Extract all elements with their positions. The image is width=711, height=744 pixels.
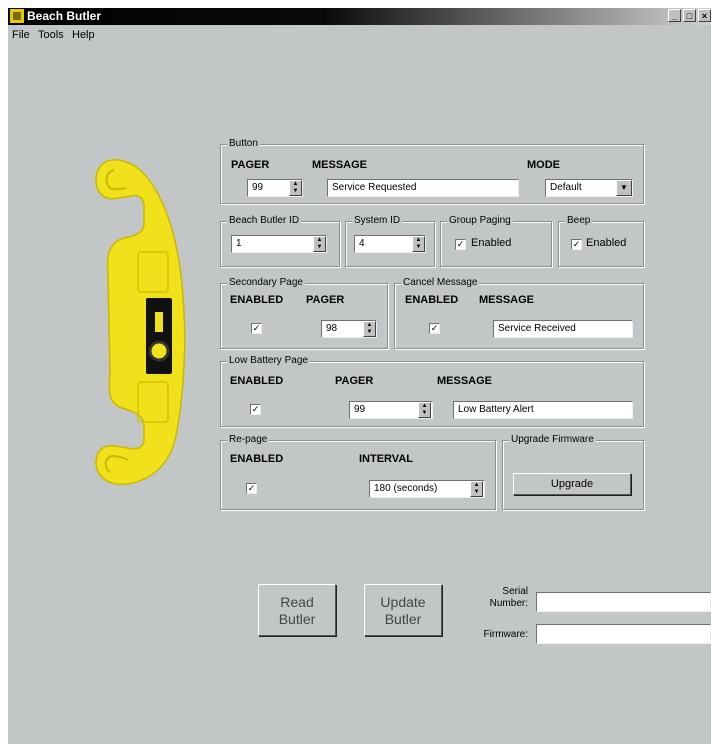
- button-group: Button PAGER MESSAGE MODE 99 ▲ ▼ Service …: [220, 138, 644, 204]
- update-butler-button[interactable]: Update Butler: [364, 584, 442, 636]
- beach-butler-device-image: [95, 159, 186, 486]
- mode-label: MODE: [527, 159, 560, 171]
- cancel-message-title: Cancel Message: [401, 277, 480, 288]
- mode-dropdown-button[interactable]: ▼: [616, 180, 632, 196]
- beach-butler-id-group: Beach Butler ID 1 ▲ ▼: [220, 215, 340, 267]
- system-id-spinner[interactable]: ▲ ▼: [412, 236, 425, 252]
- system-id-title: System ID: [352, 215, 403, 226]
- group-paging-group: Group Paging ✓ Enabled: [440, 215, 552, 267]
- title-bar[interactable]: Beach Butler _ □ ×: [8, 8, 711, 25]
- read-butler-line1: Read: [280, 594, 314, 610]
- menu-tools[interactable]: Tools: [38, 29, 64, 41]
- low-battery-page-title: Low Battery Page: [227, 355, 310, 366]
- group-paging-label: Enabled: [471, 237, 512, 249]
- app-icon: [10, 9, 24, 23]
- cancel-enabled-label: ENABLED: [405, 294, 459, 306]
- secondary-pager-spinner[interactable]: ▲ ▼: [363, 321, 376, 337]
- upgrade-firmware-group: Upgrade Firmware Upgrade: [502, 434, 644, 510]
- serial-number-label: Serial Number:: [489, 586, 528, 609]
- window-controls: _ □ ×: [668, 9, 711, 22]
- beep-title: Beep: [565, 215, 593, 226]
- re-page-title: Re-page: [227, 434, 270, 445]
- secondary-pager-label: PAGER: [306, 294, 345, 306]
- pager-label: PAGER: [231, 159, 270, 171]
- minimize-button[interactable]: _: [668, 9, 681, 22]
- button-group-title: Button: [227, 138, 260, 149]
- beep-label: Enabled: [586, 237, 627, 249]
- low-battery-pager-label: PAGER: [335, 375, 374, 387]
- low-battery-message-label: MESSAGE: [437, 375, 493, 387]
- cancel-message-label: MESSAGE: [479, 294, 535, 306]
- low-battery-message-field[interactable]: Low Battery Alert: [453, 401, 633, 419]
- button-pager-spinner[interactable]: ▲ ▼: [289, 180, 302, 196]
- upgrade-button[interactable]: Upgrade: [513, 473, 631, 495]
- cancel-enabled-checkbox[interactable]: ✓: [429, 323, 440, 334]
- serial-number-field[interactable]: [536, 592, 711, 612]
- menu-help[interactable]: Help: [72, 29, 95, 41]
- beep-checkbox[interactable]: ✓: [571, 239, 582, 250]
- menu-bar: File Tools Help: [8, 26, 711, 44]
- menu-file[interactable]: File: [12, 29, 30, 41]
- re-page-interval-field[interactable]: 180 (seconds): [369, 480, 485, 498]
- re-page-enabled-checkbox[interactable]: ✓: [246, 483, 257, 494]
- button-message-field[interactable]: Service Requested: [327, 179, 519, 197]
- firmware-field[interactable]: [536, 624, 711, 644]
- group-paging-checkbox[interactable]: ✓: [455, 239, 466, 250]
- cancel-message-field[interactable]: Service Received: [493, 320, 633, 338]
- re-page-enabled-label: ENABLED: [230, 453, 284, 465]
- update-butler-line1: Update: [380, 594, 426, 610]
- secondary-page-group: Secondary Page ENABLED PAGER ✓ 98 ▲ ▼: [220, 277, 388, 349]
- beach-butler-id-spinner[interactable]: ▲ ▼: [313, 236, 326, 252]
- system-id-group: System ID 4 ▲ ▼: [345, 215, 435, 267]
- close-button[interactable]: ×: [698, 9, 711, 22]
- beach-butler-id-title: Beach Butler ID: [227, 215, 302, 226]
- maximize-button[interactable]: □: [683, 9, 696, 22]
- re-page-interval-label: INTERVAL: [359, 453, 413, 465]
- group-paging-title: Group Paging: [447, 215, 513, 226]
- low-battery-page-group: Low Battery Page ENABLED PAGER MESSAGE ✓…: [220, 355, 644, 427]
- update-butler-line2: Butler: [384, 611, 422, 627]
- low-battery-enabled-checkbox[interactable]: ✓: [250, 404, 261, 415]
- re-page-interval-spinner[interactable]: ▲ ▼: [470, 481, 483, 497]
- upgrade-firmware-title: Upgrade Firmware: [509, 434, 596, 445]
- app-window: Beach Butler _ □ × File Tools Help Butto…: [8, 8, 711, 744]
- low-battery-enabled-label: ENABLED: [230, 375, 284, 387]
- secondary-page-title: Secondary Page: [227, 277, 305, 288]
- re-page-group: Re-page ENABLED INTERVAL ✓ 180 (seconds)…: [220, 434, 496, 510]
- low-battery-pager-spinner[interactable]: ▲ ▼: [418, 402, 431, 418]
- firmware-label: Firmware:: [483, 629, 528, 640]
- message-label: MESSAGE: [312, 159, 368, 171]
- read-butler-button[interactable]: Read Butler: [258, 584, 336, 636]
- beep-group: Beep ✓ Enabled: [558, 215, 644, 267]
- read-butler-line2: Butler: [278, 611, 316, 627]
- window-title: Beach Butler: [27, 9, 102, 23]
- secondary-enabled-label: ENABLED: [230, 294, 284, 306]
- secondary-enabled-checkbox[interactable]: ✓: [251, 323, 262, 334]
- cancel-message-group: Cancel Message ENABLED MESSAGE ✓ Service…: [394, 277, 644, 349]
